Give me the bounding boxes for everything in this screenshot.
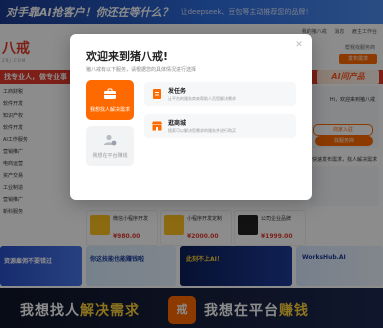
close-icon[interactable]: ✕ [294,40,304,50]
mall-icon [152,121,162,131]
modal-subtitle: 猪八戒有以下服务，请根据您的具体情况进行选择 [86,67,197,73]
employer-icon [104,88,116,99]
welcome-modal: 欢迎来到猪八戒! 猪八戒有以下服务，请根据您的具体情况进行选择 ✕ 我想找人解决… [70,34,312,200]
role-employer-label: 我想找人解决需求 [89,107,130,113]
role-provider-label: 我想在平台赚钱 [92,153,128,159]
modal-title: 欢迎来到猪八戒! [86,50,169,63]
option-mall[interactable]: 逛商城 搜索可以解决您需求的服务并进行购买 [144,114,296,138]
publish-task-icon [153,89,161,99]
option-mall-desc: 搜索可以解决您需求的服务并进行购买 [168,128,236,133]
provider-icon [104,134,117,146]
role-provider-button[interactable]: 我想在平台赚钱 [86,126,134,166]
option-publish-desc: 让平台的服务商来帮助人员您解决需求 [168,96,236,101]
option-publish-task[interactable]: 发任务 让平台的服务商来帮助人员您解决需求 [144,82,296,106]
role-employer-button[interactable]: 我想找人解决需求 [86,80,134,120]
option-mall-title: 逛商城 [168,120,187,127]
option-publish-title: 发任务 [168,88,187,95]
